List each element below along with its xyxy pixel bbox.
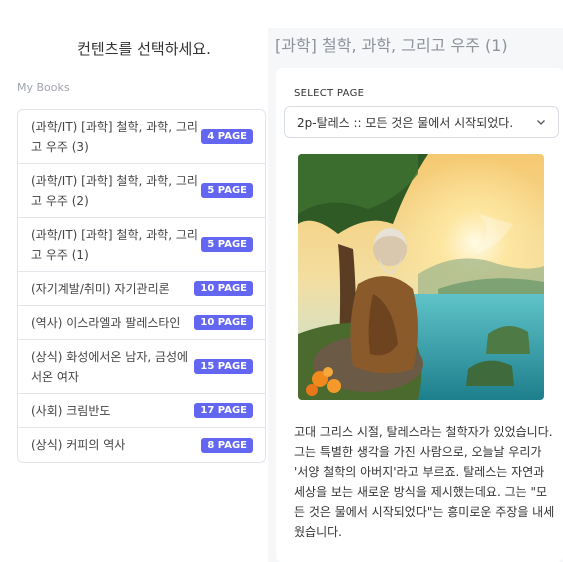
page-count-badge: 5 PAGE — [201, 183, 253, 198]
book-title: (상식) 화성에서온 남자, 금성에서온 여자 — [31, 349, 189, 384]
book-item[interactable]: (사회) 크림반도 17 PAGE — [18, 394, 265, 428]
page-count-badge: 15 PAGE — [194, 359, 253, 374]
book-title: (자기계발/취미) 자기관리론 — [31, 281, 170, 296]
page-select-dropdown[interactable]: 2p-탈레스 :: 모든 것은 물에서 시작되었다. — [284, 106, 559, 138]
content-viewer-panel: [과학] 철학, 과학, 그리고 우주 (1) SELECT PAGE 2p-탈… — [268, 28, 563, 562]
select-page-label: SELECT PAGE — [294, 88, 365, 99]
selected-page-value: 2p-탈레스 :: 모든 것은 물에서 시작되었다. — [297, 115, 514, 130]
page-count-badge: 10 PAGE — [194, 315, 253, 330]
page-card: SELECT PAGE 2p-탈레스 :: 모든 것은 물에서 시작되었다. 고… — [276, 68, 563, 562]
page-count-badge: 8 PAGE — [201, 437, 253, 453]
panel-title: 컨텐츠를 선택하세요. — [77, 40, 211, 58]
book-item[interactable]: (과학/IT) [과학] 철학, 과학, 그리고 우주 (3) 4 PAGE — [18, 110, 265, 164]
page-description: 고대 그리스 시절, 탈레스라는 철학자가 있었습니다. 그는 특별한 생각을 … — [294, 425, 555, 539]
page-count-badge: 17 PAGE — [194, 403, 253, 418]
my-books-label: My Books — [17, 81, 70, 94]
book-item[interactable]: (역사) 이스라엘과 팔레스타인 10 PAGE — [18, 306, 265, 340]
page-count-badge: 4 PAGE — [201, 129, 253, 144]
book-item[interactable]: (자기계발/취미) 자기관리론 10 PAGE — [18, 272, 265, 306]
book-selector-panel: 컨텐츠를 선택하세요. My Books (과학/IT) [과학] 철학, 과학… — [0, 0, 268, 562]
book-title: (과학/IT) [과학] 철학, 과학, 그리고 우주 (2) — [31, 173, 198, 208]
page-count-badge: 10 PAGE — [194, 281, 253, 296]
book-title: (상식) 커피의 역사 — [31, 438, 126, 452]
book-title: (역사) 이스라엘과 팔레스타인 — [31, 315, 181, 330]
book-heading: [과학] 철학, 과학, 그리고 우주 (1) — [275, 36, 508, 55]
thales-illustration — [298, 154, 544, 400]
book-title: (사회) 크림반도 — [31, 403, 111, 418]
book-item[interactable]: (상식) 화성에서온 남자, 금성에서온 여자 15 PAGE — [18, 340, 265, 394]
book-item[interactable]: (과학/IT) [과학] 철학, 과학, 그리고 우주 (1) 5 PAGE — [18, 218, 265, 272]
book-list: (과학/IT) [과학] 철학, 과학, 그리고 우주 (3) 4 PAGE (… — [17, 109, 266, 463]
book-title: (과학/IT) [과학] 철학, 과학, 그리고 우주 (1) — [31, 227, 198, 262]
page-count-badge: 5 PAGE — [201, 237, 253, 252]
book-item[interactable]: (상식) 커피의 역사 8 PAGE — [18, 428, 265, 462]
book-title: (과학/IT) [과학] 철학, 과학, 그리고 우주 (3) — [31, 119, 198, 154]
page-illustration — [298, 154, 544, 400]
book-item[interactable]: (과학/IT) [과학] 철학, 과학, 그리고 우주 (2) 5 PAGE — [18, 164, 265, 218]
chevron-down-icon — [537, 120, 545, 125]
